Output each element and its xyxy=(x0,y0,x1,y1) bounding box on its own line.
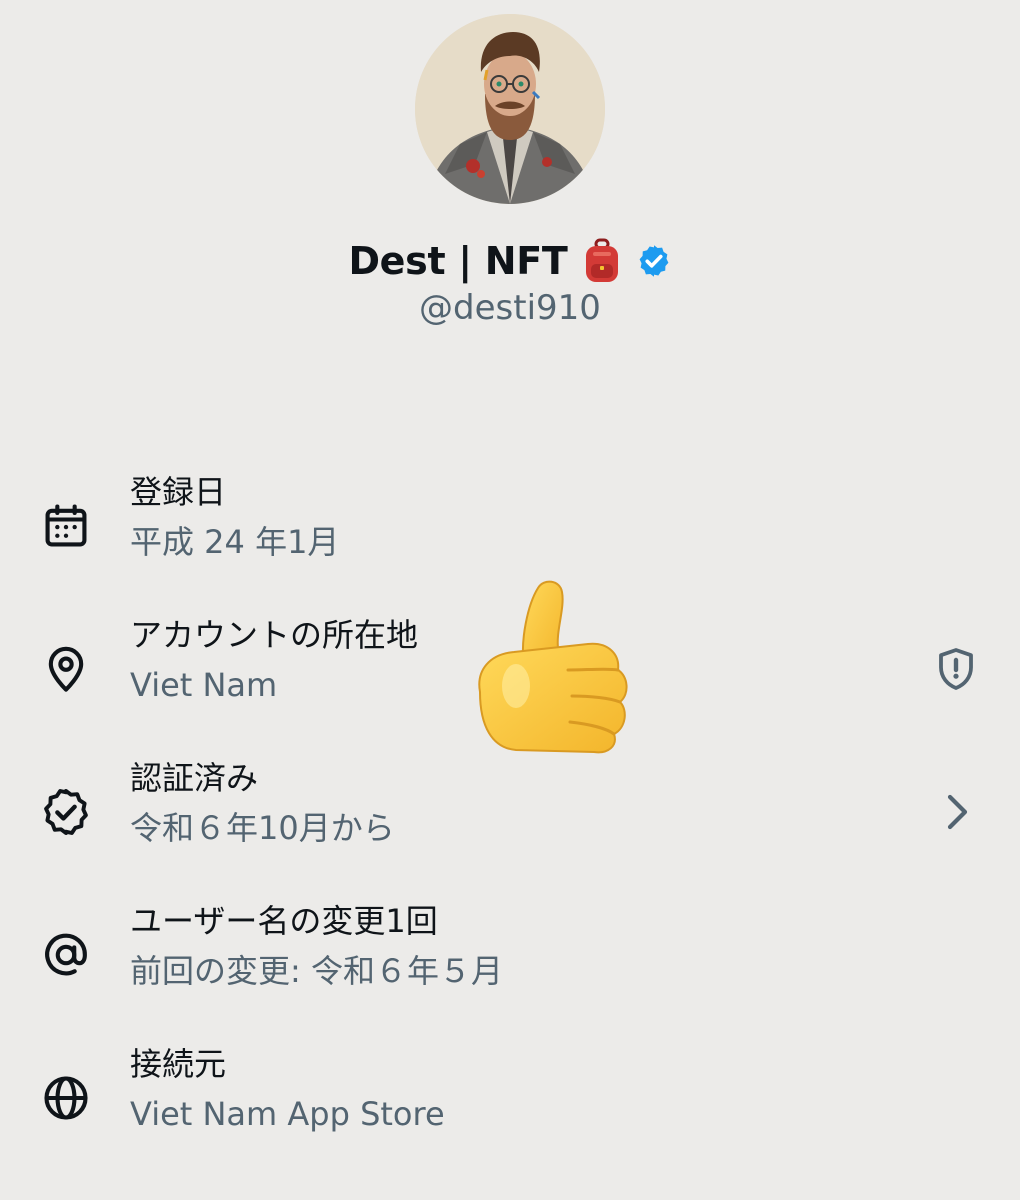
profile-name-row: Dest | NFT xyxy=(0,234,1020,288)
chevron-right-icon[interactable] xyxy=(932,788,980,836)
display-name: Dest | NFT xyxy=(348,239,568,283)
row-title: 接続元 xyxy=(130,1045,227,1083)
verified-badge-icon xyxy=(639,245,668,277)
info-row-verified[interactable]: 認証済み 令和６年10月から xyxy=(0,752,1020,872)
globe-icon xyxy=(40,1072,92,1124)
row-subtitle: 平成 24 年1月 xyxy=(130,523,340,561)
at-sign-icon xyxy=(40,929,92,981)
info-row-connected-via: 接続元 Viet Nam App Store xyxy=(0,1038,1020,1158)
profile-handle: @desti910 xyxy=(419,288,601,328)
info-row-username-changes: ユーザー名の変更1回 前回の変更: 令和６年５月 xyxy=(0,895,1020,1015)
location-pin-icon xyxy=(40,643,92,695)
calendar-icon xyxy=(40,500,92,552)
row-title: アカウントの所在地 xyxy=(130,616,419,654)
verified-outline-icon xyxy=(40,786,92,838)
shield-alert-icon[interactable] xyxy=(932,645,980,693)
row-title: 認証済み xyxy=(130,759,259,797)
avatar[interactable] xyxy=(415,14,605,204)
row-subtitle: Viet Nam App Store xyxy=(130,1095,445,1133)
info-row-registration-date: 登録日 平成 24 年1月 xyxy=(0,466,1020,586)
row-subtitle: Viet Nam xyxy=(130,666,278,704)
backpack-emoji xyxy=(585,238,618,282)
row-subtitle: 前回の変更: 令和６年５月 xyxy=(130,952,503,990)
bearded-man-avatar-image xyxy=(415,14,605,204)
row-title: 登録日 xyxy=(130,473,227,511)
thumbs-up-emoji xyxy=(468,574,634,756)
row-subtitle: 令和６年10月から xyxy=(130,809,395,847)
row-title: ユーザー名の変更1回 xyxy=(130,902,438,940)
